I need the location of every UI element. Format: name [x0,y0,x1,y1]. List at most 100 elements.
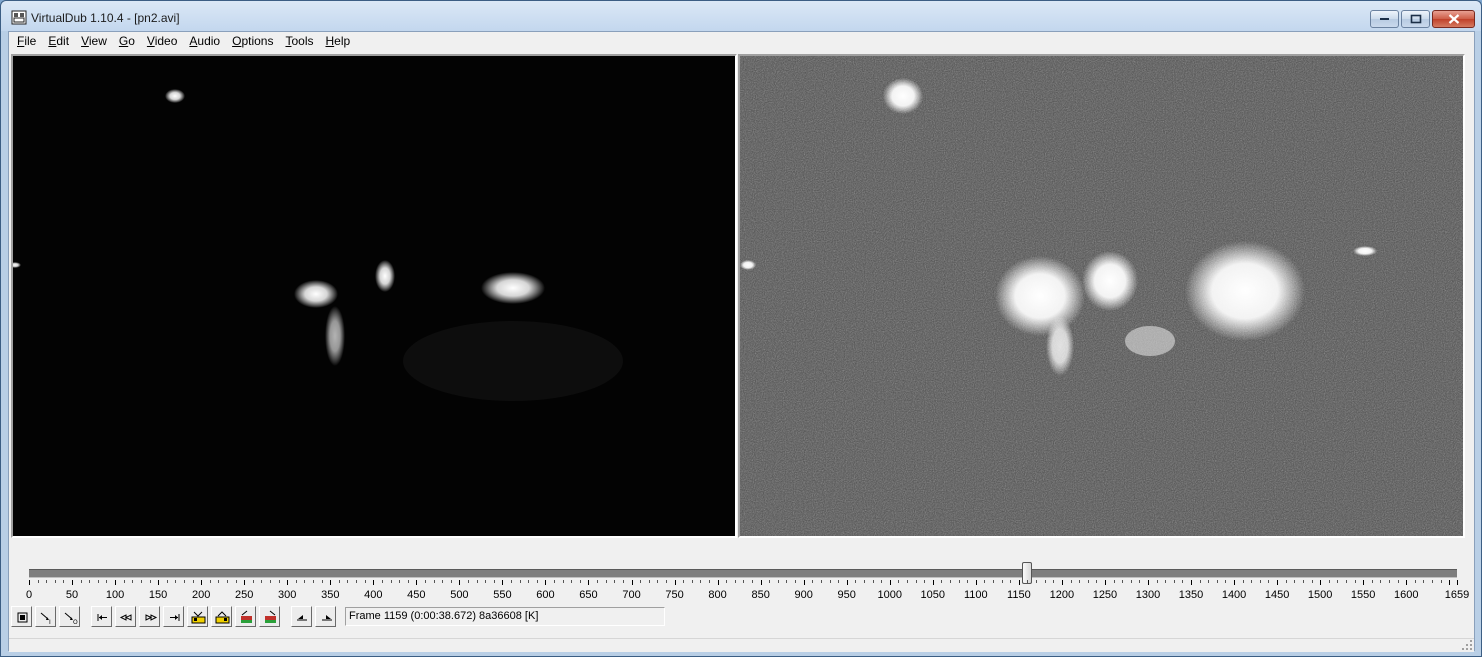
timeline-tick-label: 1150 [1007,589,1031,601]
title-bar[interactable]: VirtualDub 1.10.4 - [pn2.avi] [1,1,1481,31]
timeline-tick [1320,580,1322,585]
timeline-tick [1371,580,1373,583]
timeline-tick [1397,580,1399,583]
timeline-tick [72,580,74,585]
virtualdub-film-icon [11,10,27,25]
timeline-tick [140,580,142,583]
timeline-tick [235,580,237,583]
svg-text:O: O [73,619,78,626]
next-keyframe-icon [215,611,230,624]
input-video-pane[interactable] [11,54,737,538]
menu-accelerator: G [118,34,129,48]
timeline-tick [1096,580,1098,583]
timeline-tick [562,580,564,583]
timeline-tick [932,580,934,585]
timeline-tick [1302,580,1304,583]
timeline-tick-label: 750 [665,589,684,601]
close-icon [1448,14,1459,24]
timeline-tick [665,580,667,583]
go-to-start-button[interactable] [91,606,112,627]
step-forward-button[interactable] [139,606,160,627]
timeline-track[interactable] [29,569,1457,578]
menu-help[interactable]: Help [319,32,356,51]
timeline-tick [442,580,444,583]
timeline-tick [1027,580,1029,583]
play-output-button[interactable]: O [59,606,80,627]
play-input-icon: I [40,612,51,626]
menu-go[interactable]: Go [113,32,141,51]
menu-tools[interactable]: Tools [279,32,319,51]
status-bar [9,638,1474,652]
timeline-tick [407,580,409,583]
menu-video[interactable]: Video [141,32,183,51]
output-video-pane[interactable] [738,54,1465,538]
window-title: VirtualDub 1.10.4 - [pn2.avi] [31,11,180,25]
timeline-tick [1268,580,1270,583]
stop-button[interactable] [11,606,32,627]
timeline-tick [278,580,280,583]
timeline-tick [1380,580,1382,583]
timeline-tick [123,580,125,583]
timeline-tick-label: 250 [235,589,254,601]
timeline-tick-label: 400 [364,589,383,601]
mark-out-icon [322,615,332,621]
timeline-tick [270,580,271,583]
mark-out-button[interactable] [315,606,336,627]
timeline-tick [1337,580,1339,583]
step-back-button[interactable] [115,606,136,627]
resize-grip-icon[interactable] [1461,639,1473,651]
next-keyframe-button[interactable] [211,606,232,627]
frame-status: Frame 1159 (0:00:38.672) 8a36608 [K] [345,607,665,626]
menu-view[interactable]: View [75,32,113,51]
timeline-tick [201,580,203,585]
minimize-button[interactable] [1370,10,1399,28]
close-button[interactable] [1432,10,1475,28]
timeline-tick [657,580,659,583]
menu-audio[interactable]: Audio [183,32,226,51]
timeline-tick-label: 900 [794,589,813,601]
timeline-tick [106,580,108,583]
timeline-tick-label: 150 [148,589,168,601]
timeline-tick [709,580,710,583]
restore-button[interactable] [1401,10,1430,28]
timeline-tick [838,580,840,583]
play-input-button[interactable]: I [35,606,56,627]
timeline-tick [46,580,48,583]
timeline-tick-label: 1350 [1178,589,1204,601]
timeline-tick [545,580,547,585]
scene-back-button[interactable] [235,606,256,627]
menu-options[interactable]: Options [226,32,279,51]
timeline-tick [1294,580,1296,583]
prev-keyframe-button[interactable] [187,606,208,627]
main-window: VirtualDub 1.10.4 - [pn2.avi] File Edit Vi… [0,0,1482,657]
menu-accelerator: V [146,34,155,48]
timeline-tick [769,580,771,583]
scene-forward-button[interactable] [259,606,280,627]
timeline-tick [1234,580,1236,585]
menu-label-rest: ools [291,34,314,48]
timeline-tick [1406,580,1408,585]
timeline-tick [192,580,194,583]
timeline-tick [648,580,650,583]
timeline-tick [760,580,762,585]
timeline-tick [1216,580,1218,583]
timeline-tick [313,580,315,583]
timeline-tick [467,580,469,583]
menu-file[interactable]: File [11,32,42,51]
mark-in-button[interactable] [291,606,312,627]
timeline-tick [373,580,375,585]
go-to-end-button[interactable] [163,606,184,627]
menu-bar: File Edit View Go Video Audio Options Tools Help [9,32,1474,51]
timeline-tick [416,580,418,585]
timeline-tick-label: 300 [278,589,297,601]
timeline-tick [1147,580,1149,585]
timeline-tick [450,580,452,583]
timeline-tick [1165,580,1167,583]
timeline-tick [476,580,478,583]
mark-in-icon [297,615,307,621]
timeline-tick [1139,580,1141,583]
timeline-tick [1285,580,1287,583]
timeline-tick [803,580,805,585]
timeline-tick [390,580,392,583]
menu-edit[interactable]: Edit [42,32,75,51]
